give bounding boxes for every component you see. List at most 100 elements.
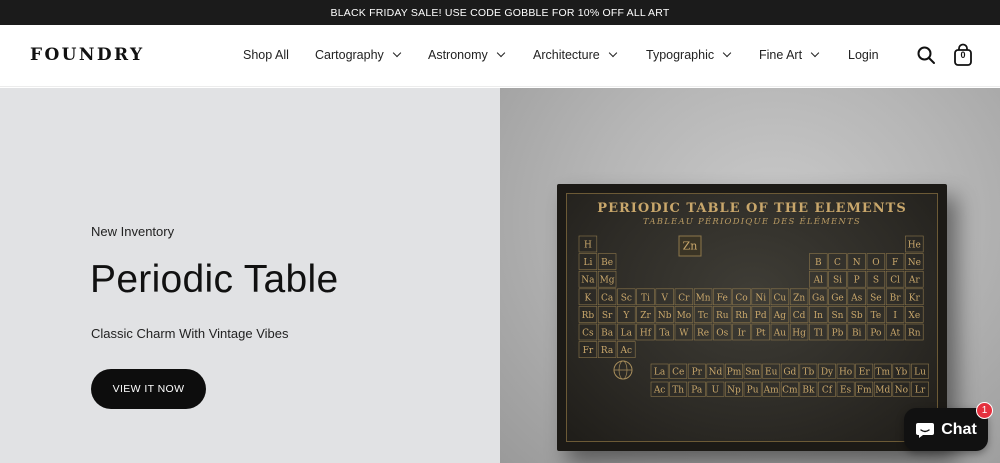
element-symbol: Tc (698, 311, 708, 321)
element-symbol: Ru (716, 311, 729, 321)
element-symbol: Te (871, 311, 882, 321)
chevron-down-icon (722, 48, 732, 58)
hero-eyebrow: New Inventory (91, 224, 175, 239)
nav-item-label: Login (848, 48, 879, 62)
element-symbol: Tm (876, 368, 891, 378)
element-symbol: Pt (756, 329, 766, 339)
element-symbol: Fr (583, 346, 594, 356)
nav-item-architecture[interactable]: Architecture (533, 48, 617, 62)
element-symbol: Tb (803, 368, 815, 378)
element-symbol: Ba (601, 329, 614, 339)
nav-item-fine-art[interactable]: Fine Art (759, 48, 820, 62)
nav-item-label: Architecture (533, 48, 600, 62)
periodic-table-poster: PERIODIC TABLE OF THE ELEMENTS TABLEAU P… (566, 193, 938, 442)
element-symbol: Ge (831, 293, 844, 303)
chevron-down-icon (392, 48, 402, 58)
element-symbol: Br (890, 293, 902, 303)
element-symbol: Zn (793, 293, 805, 303)
element-symbol: Th (672, 386, 684, 396)
nav-item-astronomy[interactable]: Astronomy (428, 48, 505, 62)
element-symbol: Bi (852, 329, 862, 339)
hero-image[interactable]: PERIODIC TABLE OF THE ELEMENTS TABLEAU P… (500, 88, 1000, 463)
element-symbol: Pu (747, 386, 759, 396)
element-symbol: Pr (692, 368, 703, 378)
element-symbol: Cu (774, 293, 787, 303)
element-symbol: Cr (678, 293, 690, 303)
element-symbol: K (585, 293, 592, 303)
element-symbol: N (853, 258, 861, 268)
element-symbol: Na (581, 276, 595, 286)
main-nav: Shop All Cartography Astronomy Architect… (0, 25, 1000, 87)
element-symbol: V (660, 293, 668, 303)
element-symbol: Cl (890, 276, 900, 286)
chevron-down-icon (608, 48, 617, 58)
nav-item-cartography[interactable]: Cartography (315, 48, 402, 62)
poster-title: PERIODIC TABLE OF THE ELEMENTS (597, 201, 906, 216)
element-symbol: Cs (582, 329, 594, 339)
poster-subtitle: TABLEAU PÉRIODIQUE DES ÉLÉMENTS (643, 215, 861, 227)
element-symbol: Ga (812, 293, 825, 303)
element-symbol: Ra (601, 346, 614, 356)
element-symbol: Np (727, 386, 741, 396)
element-symbol: Gd (783, 368, 796, 378)
view-it-now-button[interactable]: VIEW IT NOW (91, 369, 206, 409)
element-symbol: La (654, 368, 666, 378)
chevron-down-icon (810, 48, 820, 58)
hero-title: Periodic Table (90, 258, 339, 301)
element-symbol: Pb (832, 329, 844, 339)
element-symbol: Es (840, 386, 852, 396)
chevron-down-icon (496, 48, 505, 58)
search-button[interactable] (914, 43, 938, 67)
element-symbol: Md (875, 386, 890, 396)
element-symbol: Rn (908, 329, 921, 339)
element-symbol: Ac (620, 346, 633, 356)
element-symbol: B (815, 258, 822, 268)
element-symbol: Ca (601, 293, 614, 303)
element-symbol: Ag (773, 311, 786, 321)
announcement-bar: BLACK FRIDAY SALE! USE CODE GOBBLE FOR 1… (0, 0, 1000, 25)
site-header: FOUNDRY Shop All Cartography Astronomy A… (0, 25, 1000, 87)
chat-button[interactable]: Chat (904, 408, 988, 451)
element-symbol: No (895, 386, 908, 396)
element-symbol: W (679, 329, 689, 339)
element-symbol: Sn (832, 311, 844, 321)
element-symbol: Eu (765, 368, 778, 378)
nav-item-typographic[interactable]: Typographic (646, 48, 732, 62)
element-symbol: Au (773, 329, 786, 339)
cart-button[interactable]: 0 (951, 43, 975, 67)
chat-label: Chat (941, 420, 977, 438)
hero-banner: New Inventory Periodic Table Classic Cha… (0, 88, 1000, 463)
element-symbol: Ni (755, 293, 766, 303)
search-icon (917, 46, 935, 64)
element-symbol: Pa (691, 386, 703, 396)
hero-text-panel: New Inventory Periodic Table Classic Cha… (0, 88, 500, 463)
element-symbol: Ce (672, 368, 684, 378)
element-symbol: Ta (659, 329, 670, 339)
element-symbol: O (872, 258, 879, 268)
element-symbol: Li (583, 258, 592, 268)
nav-item-label: Astronomy (428, 48, 488, 62)
element-symbol: La (621, 329, 633, 339)
element-symbol: Be (601, 258, 613, 268)
element-symbol: F (892, 258, 898, 268)
element-symbol: C (834, 258, 841, 268)
nav-item-shop-all[interactable]: Shop All (243, 48, 289, 62)
element-symbol: As (850, 293, 862, 303)
element-symbol: Kr (909, 293, 921, 303)
element-symbol: U (712, 386, 720, 396)
element-symbol: Cd (793, 311, 806, 321)
element-symbol: I (893, 311, 897, 321)
nav-item-login[interactable]: Login (848, 48, 879, 62)
element-symbol: Os (716, 329, 728, 339)
element-symbol: Lr (915, 386, 926, 396)
element-symbol: Mn (696, 293, 711, 303)
element-symbol: Ne (908, 258, 921, 268)
element-symbol: Hf (640, 329, 652, 339)
element-symbol: Ho (839, 368, 852, 378)
nav-item-label: Fine Art (759, 48, 803, 62)
element-symbol: Yb (895, 368, 908, 378)
element-symbol: Mo (677, 311, 692, 321)
element-symbol: Dy (821, 368, 834, 378)
element-symbol: Rh (735, 311, 748, 321)
poster-frame: PERIODIC TABLE OF THE ELEMENTS TABLEAU P… (557, 184, 947, 451)
